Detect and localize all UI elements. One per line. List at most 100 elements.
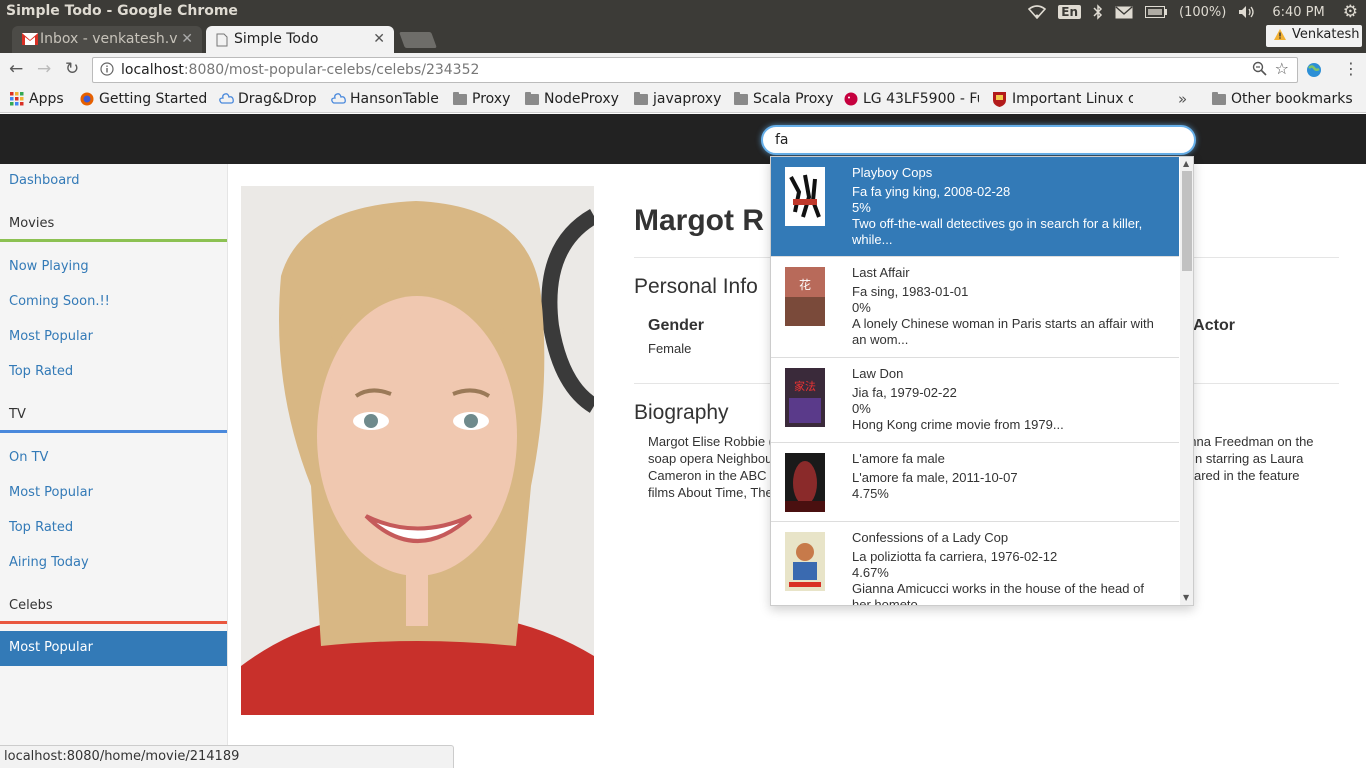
- forward-arrow-icon[interactable]: →: [37, 61, 51, 78]
- menu-dots-icon[interactable]: ⋮: [1343, 59, 1359, 78]
- movies-divider: [0, 239, 227, 242]
- sidebar-item-coming-soon[interactable]: Coming Soon.!!: [0, 285, 227, 320]
- new-tab-button[interactable]: [399, 32, 437, 48]
- gmail-icon: [22, 33, 38, 49]
- bio-line: n starring as Laura: [1195, 451, 1304, 466]
- sidebar-item-airing-today[interactable]: Airing Today: [0, 546, 227, 581]
- suggestion-title: Playboy Cops: [852, 165, 933, 180]
- suggestion-subtitle: Fa sing, 1983-01-01: [852, 284, 969, 299]
- bookmark-label: Other bookmarks: [1231, 91, 1353, 107]
- suggestion-rating: 0%: [852, 401, 871, 416]
- clock[interactable]: 6:40 PM: [1272, 5, 1324, 20]
- biography-title: Biography: [634, 401, 729, 424]
- bluetooth-icon[interactable]: [1093, 4, 1103, 20]
- bookmark-apps[interactable]: Apps: [10, 91, 64, 107]
- mail-icon[interactable]: [1115, 5, 1133, 19]
- suggestion-subtitle: La poliziotta fa carriera, 1976-02-12: [852, 549, 1058, 564]
- bookmark-getting-started[interactable]: Getting Started: [80, 91, 207, 107]
- bookmark-label: Getting Started: [99, 91, 208, 107]
- sidebar-item-celebs-most-popular[interactable]: Most Popular: [0, 631, 227, 666]
- bookmark-scala-proxy[interactable]: Scala Proxy: [734, 91, 833, 107]
- page-icon: [216, 33, 228, 51]
- suggestion-item[interactable]: 花 Last Affair Fa sing, 1983-01-01 0% A l…: [771, 257, 1179, 358]
- tab-inbox[interactable]: Inbox - venkatesh.v ✕: [12, 26, 202, 53]
- suggestion-item[interactable]: L'amore fa male L'amore fa male, 2011-10…: [771, 443, 1179, 522]
- search-input[interactable]: fa: [761, 125, 1196, 155]
- keyboard-layout-indicator[interactable]: En: [1058, 5, 1082, 19]
- scrollbar-thumb[interactable]: [1182, 171, 1192, 271]
- sidebar-item-dashboard[interactable]: Dashboard: [0, 164, 227, 199]
- suggestion-rating: 5%: [852, 200, 871, 215]
- sidebar-item-movies-most-popular[interactable]: Most Popular: [0, 320, 227, 355]
- movie-poster: 家法: [785, 368, 825, 427]
- bio-line: films About Time, The: [648, 485, 773, 500]
- battery-icon[interactable]: [1145, 6, 1168, 18]
- battery-percent: (100%): [1179, 4, 1227, 20]
- bookmark-nodeproxy[interactable]: NodeProxy: [525, 91, 619, 107]
- svg-text:花: 花: [799, 277, 811, 292]
- sidebar-item-on-tv[interactable]: On TV: [0, 441, 227, 476]
- movie-poster: [785, 532, 825, 591]
- bookmark-star-icon[interactable]: ☆: [1275, 59, 1289, 78]
- suggestion-title: Last Affair: [852, 265, 910, 280]
- bookmark-important-linux[interactable]: Important Linux c: [993, 91, 1133, 107]
- personal-info-title: Personal Info: [634, 275, 758, 298]
- bookmark-label: Drag&Drop: [238, 91, 317, 107]
- tab-simple-todo[interactable]: Simple Todo ✕: [206, 26, 394, 53]
- bio-line: ared in the feature: [1194, 468, 1300, 483]
- extension-globe-icon[interactable]: [1306, 62, 1322, 82]
- zoom-icon[interactable]: [1252, 61, 1267, 80]
- tab-label: Simple Todo: [234, 31, 319, 47]
- firefox-icon: [80, 92, 94, 110]
- bookmarks-overflow-icon[interactable]: »: [1178, 90, 1187, 108]
- bookmark-label: LG 43LF5900 - Ful: [863, 91, 979, 107]
- bio-line: onna Freedman on the: [1182, 434, 1314, 449]
- sidebar-item-now-playing[interactable]: Now Playing: [0, 250, 227, 285]
- warning-icon: [1274, 29, 1286, 44]
- sidebar-item-movies-top-rated[interactable]: Top Rated: [0, 355, 227, 390]
- settings-gear-icon[interactable]: ⚙: [1343, 2, 1358, 22]
- folder-icon: [1212, 92, 1226, 105]
- bookmark-javaproxy[interactable]: javaproxy: [634, 91, 721, 107]
- suggestion-title: Confessions of a Lady Cop: [852, 530, 1009, 545]
- bookmark-label: javaproxy: [653, 91, 722, 107]
- suggestion-overview: A lonely Chinese woman in Paris starts a…: [852, 316, 1154, 347]
- sidebar-item-tv-most-popular[interactable]: Most Popular: [0, 476, 227, 511]
- info-icon[interactable]: [100, 62, 114, 80]
- cloud-icon: [331, 92, 346, 108]
- back-arrow-icon[interactable]: ←: [9, 61, 23, 78]
- browser-toolbar: ← → ↻ localhost:8080/most-popular-celebs…: [0, 53, 1366, 86]
- volume-icon[interactable]: [1238, 5, 1256, 19]
- movie-poster: [785, 167, 825, 226]
- movie-poster: [785, 453, 825, 512]
- apps-icon: [10, 92, 24, 110]
- movie-poster: 花: [785, 267, 825, 326]
- suggestion-item[interactable]: Playboy Cops Fa fa ying king, 2008-02-28…: [771, 157, 1179, 257]
- suggestion-subtitle: L'amore fa male, 2011-10-07: [852, 470, 1018, 485]
- bookmark-proxy[interactable]: Proxy: [453, 91, 510, 107]
- sidebar-item-tv-top-rated[interactable]: Top Rated: [0, 511, 227, 546]
- tab-close-icon[interactable]: ✕: [373, 31, 385, 47]
- scroll-down-arrow-icon[interactable]: ▼: [1183, 593, 1189, 602]
- bookmark-hansontable[interactable]: HansonTable: [331, 91, 439, 107]
- search-suggestions-dropdown: Playboy Cops Fa fa ying king, 2008-02-28…: [770, 156, 1194, 606]
- address-bar[interactable]: localhost:8080/most-popular-celebs/celeb…: [92, 57, 1298, 83]
- suggestion-overview: Two off-the-wall detectives go in search…: [852, 216, 1143, 247]
- lg-icon: [844, 92, 858, 107]
- tab-close-icon[interactable]: ✕: [181, 31, 193, 47]
- scroll-up-arrow-icon[interactable]: ▲: [1183, 159, 1189, 168]
- bookmark-other[interactable]: Other bookmarks: [1212, 91, 1353, 107]
- bookmark-lg[interactable]: LG 43LF5900 - Ful: [844, 91, 979, 107]
- reload-icon[interactable]: ↻: [65, 61, 79, 78]
- profile-button[interactable]: Venkatesh: [1266, 25, 1362, 47]
- wifi-icon[interactable]: [1028, 5, 1047, 19]
- dropdown-scrollbar[interactable]: ▲ ▼: [1180, 157, 1193, 605]
- suggestion-item[interactable]: Confessions of a Lady Cop La poliziotta …: [771, 522, 1179, 605]
- suggestion-item[interactable]: 家法 Law Don Jia fa, 1979-02-22 0% Hong Ko…: [771, 358, 1179, 443]
- suggestion-title: Law Don: [852, 366, 904, 381]
- suggestion-rating: 4.67%: [852, 565, 889, 580]
- bookmark-dragdrop[interactable]: Drag&Drop: [219, 91, 317, 107]
- url-host: localhost: [121, 62, 184, 78]
- system-tray: En (100%) 6:40 PM ⚙: [1028, 0, 1366, 24]
- bookmark-label: HansonTable: [350, 91, 439, 107]
